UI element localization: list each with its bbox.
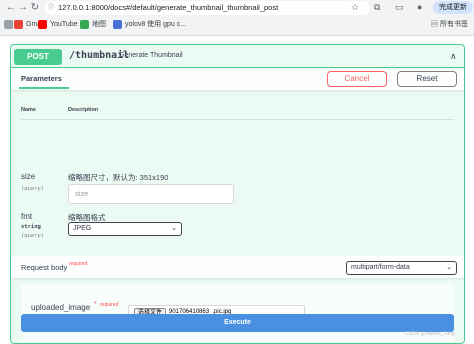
param-type-fmt: string <box>21 224 41 230</box>
param-description-size: 缩略图尺寸，默认为: 351x190 <box>68 173 169 182</box>
parameters-header: Parameters Cancel Reset <box>11 68 464 90</box>
browser-toolbar: ← → ↻ ⓘ 127.0.0.1:8000/docs#/default/gen… <box>0 0 474 36</box>
reset-button[interactable]: Reset <box>397 71 457 87</box>
request-body-header: Request body required multipart/form-dat… <box>11 256 464 278</box>
gmail-icon <box>14 19 23 29</box>
star-icon[interactable]: ☆ <box>351 2 359 13</box>
header-divider <box>21 119 454 120</box>
chevron-up-icon[interactable]: ∧ <box>450 51 457 62</box>
param-name-fmt: fmt <box>21 212 33 221</box>
sidebar-icon[interactable]: ▭ <box>395 2 404 13</box>
extensions-icon[interactable]: ⧉ <box>374 2 380 13</box>
tab-parameters[interactable]: Parameters <box>21 74 62 83</box>
page-icon <box>113 19 122 29</box>
forward-arrow-icon[interactable]: → <box>18 2 28 13</box>
folder-icon: ▤ <box>431 21 440 28</box>
reload-icon[interactable]: ↻ <box>30 2 40 13</box>
field-required-label: required <box>100 302 119 308</box>
request-body-title: Request body <box>21 263 68 272</box>
bookmark-yolov8[interactable]: yolov8 使用 gpu c... <box>113 19 186 30</box>
param-in-fmt: (query) <box>21 233 45 239</box>
bookmarks-bar: Gmail YouTube 地图 yolov8 使用 gpu c... ▤ 所有… <box>0 17 474 33</box>
content-type-select[interactable]: multipart/form-data ⌄ <box>346 261 457 275</box>
operation-summary[interactable]: POST /thumbnail Generate Thumbnail ∧ <box>11 45 464 68</box>
profile-icon[interactable]: ● <box>417 2 422 12</box>
youtube-icon <box>38 19 47 29</box>
fmt-select[interactable]: JPEG ⌄ <box>68 222 182 236</box>
address-url: 127.0.0.1:8000/docs#/default/generate_th… <box>58 3 279 12</box>
param-name-size: size <box>21 172 36 181</box>
column-header-name: Name <box>21 107 36 113</box>
fmt-select-value: JPEG <box>73 225 92 232</box>
required-star: * <box>94 301 97 308</box>
all-bookmarks[interactable]: ▤ 所有书签 <box>431 19 468 30</box>
chevron-down-icon: ⌄ <box>446 264 452 271</box>
bookmark-maps[interactable]: 地图 <box>80 19 106 30</box>
method-badge: POST <box>14 49 62 65</box>
watermark: CSDN @sakura_Tung <box>405 331 455 337</box>
address-bar[interactable]: ⓘ 127.0.0.1:8000/docs#/default/generate_… <box>44 1 370 15</box>
content-type-value: multipart/form-data <box>351 264 410 271</box>
bookmark-youtube[interactable]: YouTube <box>38 19 78 30</box>
operation-block: POST /thumbnail Generate Thumbnail ∧ Par… <box>10 44 465 344</box>
back-arrow-icon[interactable]: ← <box>6 2 16 13</box>
chevron-down-icon: ⌄ <box>171 225 177 232</box>
site-info-icon[interactable]: ⓘ <box>48 1 54 15</box>
size-input[interactable]: size <box>68 184 234 204</box>
operation-description: Generate Thumbnail <box>119 52 183 59</box>
field-name-uploaded-image: uploaded_image <box>31 303 91 312</box>
tab-underline <box>19 87 69 89</box>
cancel-button[interactable]: Cancel <box>327 71 387 87</box>
update-button[interactable]: 完成更新 <box>433 1 473 14</box>
request-body-required: required <box>69 261 88 267</box>
execute-button[interactable]: Execute <box>21 314 454 332</box>
param-in-size: (query) <box>21 186 45 192</box>
maps-icon <box>80 19 89 29</box>
column-header-description: Description <box>68 107 99 113</box>
apps-grid-icon <box>4 19 13 29</box>
